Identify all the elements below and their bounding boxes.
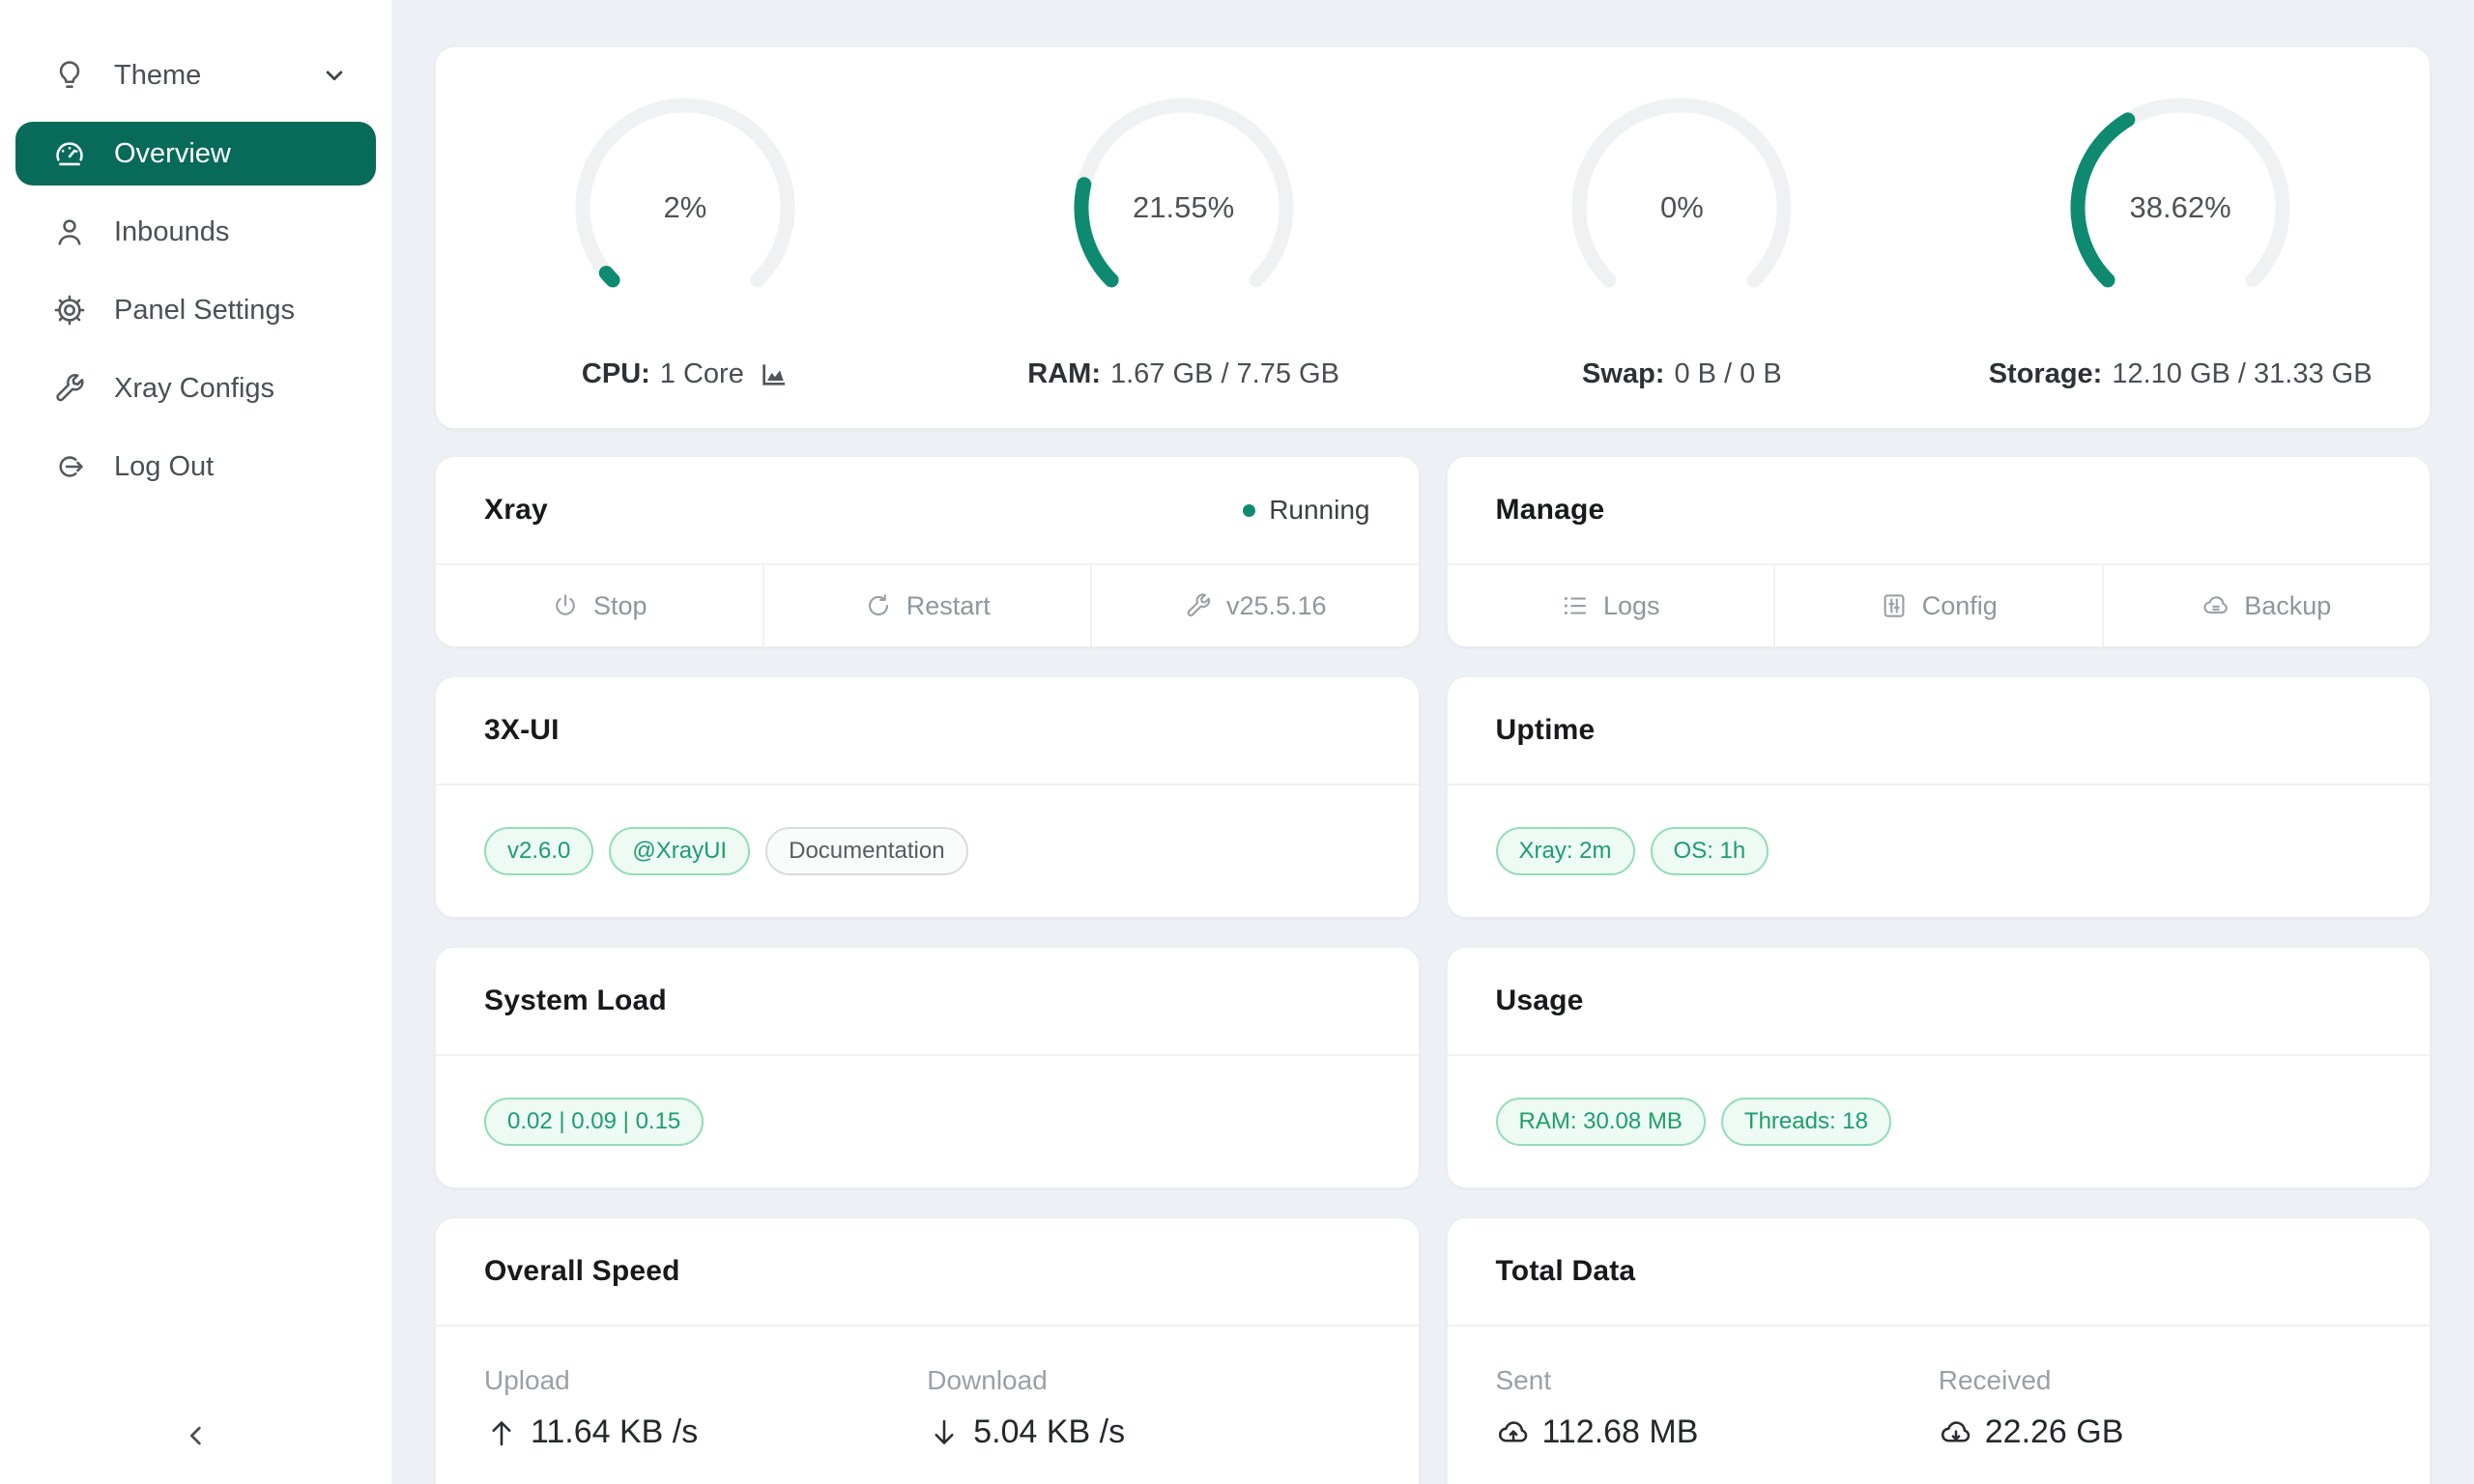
overall-speed-title: Overall Speed <box>484 1255 680 1288</box>
sent-stat: Sent 112.68 MB <box>1496 1365 1939 1451</box>
swap-percent: 0% <box>1556 82 1807 333</box>
manage-card: Manage Logs Config <box>1447 456 2431 647</box>
uptime-title: Uptime <box>1496 714 1596 747</box>
cloud-download-icon <box>1939 1415 1973 1450</box>
system-load-title: System Load <box>484 985 667 1017</box>
backup-button[interactable]: Backup <box>2102 565 2431 646</box>
total-data-card: Total Data Sent 112.68 MB Received <box>1447 1217 2431 1484</box>
power-icon <box>551 591 580 620</box>
sidebar-item-log-out[interactable]: Log Out <box>15 435 376 499</box>
threads-tag: Threads: 18 <box>1721 1098 1891 1146</box>
list-icon <box>1561 591 1590 620</box>
cpu-gauge: 2% CPU: 1 Core <box>458 82 912 390</box>
ram-caption: RAM: 1.67 GB / 7.75 GB <box>1027 358 1339 390</box>
xray-status: Running <box>1243 495 1369 526</box>
dashboard-gauge-icon <box>52 136 87 171</box>
sidebar-item-label: Inbounds <box>114 216 229 248</box>
reload-icon <box>864 591 893 620</box>
threex-ui-card: 3X-UI v2.6.0 @XrayUI Documentation <box>435 676 1420 918</box>
storage-gauge: 38.62% Storage: 12.10 GB / 31.33 GB <box>1953 82 2407 390</box>
download-stat: Download 5.04 KB /s <box>927 1365 1369 1451</box>
received-stat: Received 22.26 GB <box>1939 1365 2381 1451</box>
sidebar-collapse-button[interactable] <box>0 1409 391 1467</box>
sent-value: 112.68 MB <box>1542 1413 1699 1451</box>
sidebar-item-label: Theme <box>114 60 201 92</box>
cpu-caption: CPU: 1 Core <box>582 358 789 390</box>
status-label: Running <box>1269 495 1369 526</box>
sidebar-item-label: Xray Configs <box>114 373 274 405</box>
cloud-upload-icon <box>1496 1415 1531 1450</box>
version-tag[interactable]: v2.6.0 <box>484 827 593 875</box>
chevron-left-icon <box>181 1420 212 1456</box>
logs-button[interactable]: Logs <box>1448 565 1774 646</box>
ram-percent: 21.55% <box>1058 82 1309 333</box>
swap-gauge: 0% Swap: 0 B / 0 B <box>1454 82 1909 390</box>
stop-button[interactable]: Stop <box>436 565 762 646</box>
total-data-title: Total Data <box>1496 1255 1636 1288</box>
cpu-history-chart-icon[interactable] <box>758 359 789 390</box>
xray-card: Xray Running Stop Restart <box>435 456 1420 647</box>
documentation-tag[interactable]: Documentation <box>765 827 967 875</box>
telegram-tag[interactable]: @XrayUI <box>609 827 750 875</box>
storage-caption: Storage: 12.10 GB / 31.33 GB <box>1989 358 2373 390</box>
download-value: 5.04 KB /s <box>973 1413 1125 1451</box>
wrench-icon <box>52 371 87 406</box>
sidebar-item-xray-configs[interactable]: Xray Configs <box>15 357 376 420</box>
status-dot <box>1243 504 1255 517</box>
usage-title: Usage <box>1496 985 1584 1017</box>
sidebar-item-label: Log Out <box>114 451 214 483</box>
restart-button[interactable]: Restart <box>762 565 1091 646</box>
sidebar-item-inbounds[interactable]: Inbounds <box>15 200 376 264</box>
logout-icon <box>52 449 87 484</box>
arrow-up-icon <box>484 1415 519 1450</box>
xray-card-title: Xray <box>484 494 548 527</box>
bulb-icon <box>52 58 87 93</box>
sidebar-item-overview[interactable]: Overview <box>15 122 376 186</box>
storage-percent: 38.62% <box>2055 82 2306 333</box>
system-gauges-card: 2% CPU: 1 Core 21.55% RAM: 1.67 GB / 7.7… <box>435 46 2431 429</box>
system-load-card: System Load 0.02 | 0.09 | 0.15 <box>435 947 1420 1188</box>
sliders-icon <box>1880 591 1909 620</box>
user-icon <box>52 214 87 249</box>
sidebar-item-label: Overview <box>114 138 231 170</box>
sidebar-item-label: Panel Settings <box>114 295 295 327</box>
sidebar-item-panel-settings[interactable]: Panel Settings <box>15 278 376 342</box>
wrench-icon <box>1184 591 1213 620</box>
config-button[interactable]: Config <box>1773 565 2102 646</box>
received-value: 22.26 GB <box>1985 1413 2124 1451</box>
arrow-down-icon <box>927 1415 962 1450</box>
uptime-card: Uptime Xray: 2m OS: 1h <box>1447 676 2431 918</box>
threex-ui-title: 3X-UI <box>484 714 560 747</box>
usage-card: Usage RAM: 30.08 MB Threads: 18 <box>1447 947 2431 1188</box>
cloud-backup-icon <box>2201 591 2230 620</box>
swap-caption: Swap: 0 B / 0 B <box>1582 358 1782 390</box>
os-uptime-tag: OS: 1h <box>1651 827 1769 875</box>
cpu-percent: 2% <box>560 82 811 333</box>
chevron-down-icon <box>320 61 349 90</box>
ram-usage-tag: RAM: 30.08 MB <box>1496 1098 1706 1146</box>
main-content: 2% CPU: 1 Core 21.55% RAM: 1.67 GB / 7.7… <box>391 0 2474 1484</box>
upload-value: 11.64 KB /s <box>531 1413 698 1451</box>
sidebar: Theme Overview Inbounds Panel Settings X… <box>0 0 391 1484</box>
xray-uptime-tag: Xray: 2m <box>1496 827 1635 875</box>
xray-version-button[interactable]: v25.5.16 <box>1090 565 1419 646</box>
overall-speed-card: Overall Speed Upload 11.64 KB /s Downloa… <box>435 1217 1420 1484</box>
sidebar-item-theme[interactable]: Theme <box>15 43 376 107</box>
load-average-tag: 0.02 | 0.09 | 0.15 <box>484 1098 704 1146</box>
gear-icon <box>52 293 87 328</box>
manage-card-title: Manage <box>1496 494 1605 527</box>
ram-gauge: 21.55% RAM: 1.67 GB / 7.75 GB <box>957 82 1411 390</box>
upload-stat: Upload 11.64 KB /s <box>484 1365 927 1451</box>
